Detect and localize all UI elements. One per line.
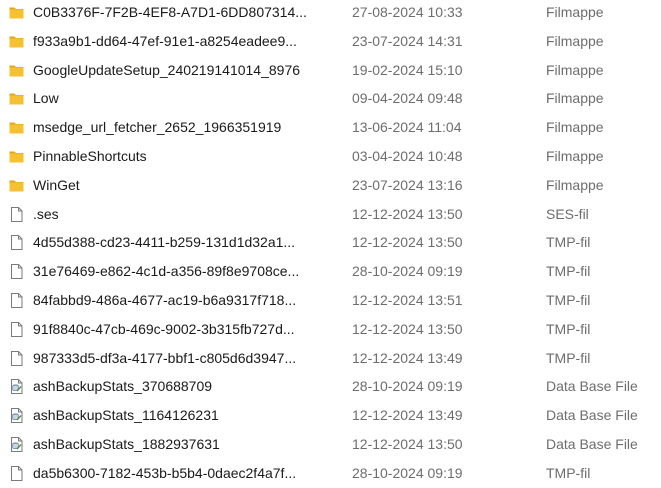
- folder-icon: [8, 90, 25, 107]
- file-name[interactable]: GoogleUpdateSetup_240219141014_8976: [33, 56, 333, 85]
- file-icon: [8, 234, 25, 251]
- file-row[interactable]: 4d55d388-cd23-4411-b259-131d1d32a1... 12-…: [0, 228, 661, 257]
- file-date-modified: 13-06-2024 11:04: [352, 119, 462, 136]
- file-date-modified: 12-12-2024 13:50: [352, 435, 463, 452]
- file-list: C0B3376F-7F2B-4EF8-A7D1-6DD807314... 27-0…: [0, 0, 661, 488]
- file-row[interactable]: 84fabbd9-486a-4677-ac19-b6a9317f718... 12…: [0, 286, 661, 315]
- file-date-modified: 19-02-2024 15:10: [352, 61, 463, 78]
- file-name[interactable]: 4d55d388-cd23-4411-b259-131d1d32a1...: [33, 228, 333, 257]
- file-row[interactable]: msedge_url_fetcher_2652_1966351919 13-06-…: [0, 113, 661, 142]
- file-icon: [8, 263, 25, 280]
- file-type: TMP-fil: [546, 320, 591, 337]
- file-type: Filmappe: [546, 90, 604, 107]
- file-date-modified: 12-12-2024 13:50: [352, 234, 463, 251]
- file-row[interactable]: PinnableShortcuts 03-04-2024 10:48 Filmapp…: [0, 142, 661, 171]
- file-date-modified: 03-04-2024 10:48: [352, 147, 463, 164]
- file-name[interactable]: WinGet: [33, 171, 333, 200]
- file-row[interactable]: .ses 12-12-2024 13:50 SES-fil: [0, 200, 661, 229]
- file-date-modified: 12-12-2024 13:49: [352, 349, 463, 366]
- file-icon: [8, 350, 25, 367]
- file-row[interactable]: da5b6300-7182-453b-b5b4-0daec2f4a7f... 28…: [0, 459, 661, 488]
- file-date-modified: 28-10-2024 09:19: [352, 263, 463, 280]
- file-name[interactable]: 91f8840c-47cb-469c-9002-3b315fb727d...: [33, 315, 333, 344]
- file-type: Filmappe: [546, 176, 604, 193]
- file-type: Data Base File: [546, 435, 638, 452]
- database-file-icon: [8, 436, 25, 453]
- file-name[interactable]: ashBackupStats_370688709: [33, 372, 333, 401]
- file-date-modified: 28-10-2024 09:19: [352, 464, 463, 481]
- file-row[interactable]: GoogleUpdateSetup_240219141014_8976 19-02…: [0, 56, 661, 85]
- file-type: Filmappe: [546, 61, 604, 78]
- file-type: Filmappe: [546, 32, 604, 49]
- folder-icon: [8, 62, 25, 79]
- file-row[interactable]: WinGet 23-07-2024 13:16 Filmappe: [0, 171, 661, 200]
- folder-icon: [8, 33, 25, 50]
- file-icon: [8, 292, 25, 309]
- database-file-icon: [8, 378, 25, 395]
- file-type: TMP-fil: [546, 349, 591, 366]
- file-row[interactable]: ashBackupStats_370688709 28-10-2024 09:19…: [0, 372, 661, 401]
- file-row[interactable]: Low 09-04-2024 09:48 Filmappe: [0, 84, 661, 113]
- file-name[interactable]: ashBackupStats_1882937631: [33, 430, 333, 459]
- file-type: Data Base File: [546, 407, 638, 424]
- file-row[interactable]: C0B3376F-7F2B-4EF8-A7D1-6DD807314... 27-0…: [0, 0, 661, 27]
- file-type: Filmappe: [546, 147, 604, 164]
- file-date-modified: 12-12-2024 13:50: [352, 205, 463, 222]
- file-type: SES-fil: [546, 205, 589, 222]
- file-icon: [8, 465, 25, 482]
- file-date-modified: 09-04-2024 09:48: [352, 90, 463, 107]
- file-name[interactable]: PinnableShortcuts: [33, 142, 333, 171]
- file-icon: [8, 321, 25, 338]
- file-type: TMP-fil: [546, 263, 591, 280]
- file-name[interactable]: msedge_url_fetcher_2652_1966351919: [33, 113, 333, 142]
- file-name[interactable]: f933a9b1-dd64-47ef-91e1-a8254eadee9...: [33, 27, 333, 56]
- file-name[interactable]: 987333d5-df3a-4177-bbf1-c805d6d3947...: [33, 344, 333, 373]
- file-icon: [8, 206, 25, 223]
- folder-icon: [8, 4, 25, 21]
- file-name[interactable]: C0B3376F-7F2B-4EF8-A7D1-6DD807314...: [33, 0, 333, 27]
- file-row[interactable]: 91f8840c-47cb-469c-9002-3b315fb727d... 12…: [0, 315, 661, 344]
- file-name[interactable]: 84fabbd9-486a-4677-ac19-b6a9317f718...: [33, 286, 333, 315]
- file-row[interactable]: 987333d5-df3a-4177-bbf1-c805d6d3947... 12…: [0, 344, 661, 373]
- file-name[interactable]: .ses: [33, 200, 333, 229]
- folder-icon: [8, 119, 25, 136]
- file-type: Data Base File: [546, 378, 638, 395]
- file-date-modified: 12-12-2024 13:51: [352, 291, 463, 308]
- file-date-modified: 23-07-2024 13:16: [352, 176, 463, 193]
- file-type: TMP-fil: [546, 291, 591, 308]
- file-name[interactable]: Low: [33, 84, 333, 113]
- file-row[interactable]: 31e76469-e862-4c1d-a356-89f8e9708ce... 28…: [0, 257, 661, 286]
- file-name[interactable]: ashBackupStats_1164126231: [33, 401, 333, 430]
- file-type: Filmappe: [546, 4, 604, 20]
- file-row[interactable]: ashBackupStats_1882937631 12-12-2024 13:5…: [0, 430, 661, 459]
- file-row[interactable]: ashBackupStats_1164126231 12-12-2024 13:4…: [0, 401, 661, 430]
- file-type: TMP-fil: [546, 464, 591, 481]
- file-type: TMP-fil: [546, 234, 591, 251]
- file-date-modified: 12-12-2024 13:50: [352, 320, 463, 337]
- folder-icon: [8, 177, 25, 194]
- file-name[interactable]: 31e76469-e862-4c1d-a356-89f8e9708ce...: [33, 257, 333, 286]
- file-date-modified: 12-12-2024 13:49: [352, 407, 463, 424]
- file-date-modified: 27-08-2024 10:33: [352, 4, 463, 20]
- file-date-modified: 23-07-2024 14:31: [352, 32, 463, 49]
- file-name[interactable]: da5b6300-7182-453b-b5b4-0daec2f4a7f...: [33, 459, 333, 488]
- file-type: Filmappe: [546, 119, 604, 136]
- file-date-modified: 28-10-2024 09:19: [352, 378, 463, 395]
- folder-icon: [8, 148, 25, 165]
- file-row[interactable]: f933a9b1-dd64-47ef-91e1-a8254eadee9... 23…: [0, 27, 661, 56]
- database-file-icon: [8, 407, 25, 424]
